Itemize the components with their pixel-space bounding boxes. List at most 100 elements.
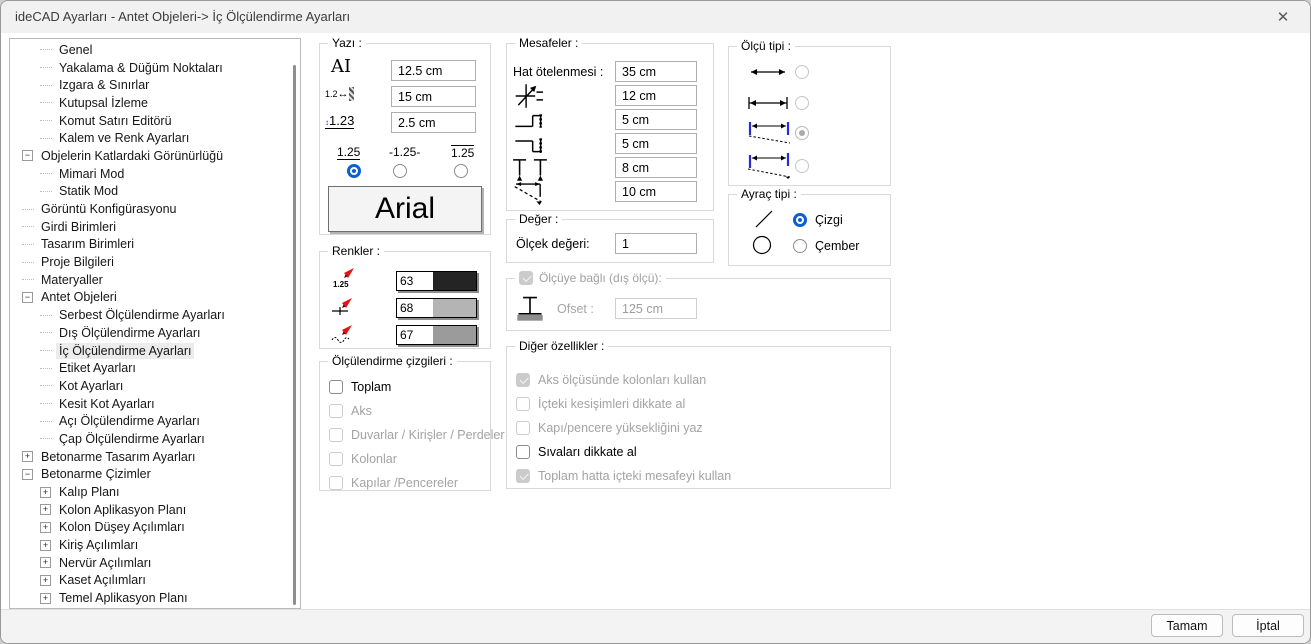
overline-style-radio[interactable] <box>454 164 468 178</box>
tree-item-girdi[interactable]: Girdi Birimleri <box>10 218 300 236</box>
tree-item-kesit-kot[interactable]: Kesit Kot Ayarları <box>10 395 300 413</box>
font-select-button[interactable]: Arial <box>328 186 482 232</box>
tree-item-betonarme-tasarim[interactable]: +Betonarme Tasarım Ayarları <box>10 448 300 466</box>
cember-radio-row[interactable]: Çember <box>793 239 859 253</box>
tree-item-ic-olcu[interactable]: İç Ölçülendirme Ayarları <box>10 342 300 360</box>
tree-item-yakalama[interactable]: Yakalama & Düğüm Noktaları <box>10 59 300 77</box>
tree-item-betonarme-cizimler[interactable]: −Betonarme Çizimler <box>10 466 300 484</box>
checkbox[interactable] <box>516 445 530 459</box>
cizgi-radio-row[interactable]: Çizgi <box>793 213 843 227</box>
scale-value-label: Ölçek değeri: <box>516 237 590 251</box>
text-height-input[interactable] <box>391 60 476 81</box>
dimension-line-color-control[interactable]: 68 <box>396 298 477 318</box>
tree-item-antet[interactable]: −Antet Objeleri <box>10 289 300 307</box>
text-gap-icon: ↕1.23 <box>325 113 354 129</box>
tree-item-objelerin[interactable]: −Objelerin Katlardaki Görünürlüğü <box>10 147 300 165</box>
dimension-text-color-icon: 1.25 <box>333 267 357 289</box>
bound-to-dimension-checkbox <box>519 271 533 285</box>
tree-item-proje[interactable]: Proje Bilgileri <box>10 253 300 271</box>
expand-icon[interactable]: + <box>40 487 51 498</box>
radio[interactable] <box>793 239 807 253</box>
wall-offset-down-input[interactable] <box>615 133 697 154</box>
close-icon[interactable]: ✕ <box>1272 7 1294 27</box>
tree-item-aci[interactable]: Açı Ölçülendirme Ayarları <box>10 412 300 430</box>
tree-item-izgara[interactable]: Izgara & Sınırlar <box>10 76 300 94</box>
tree-item-komut[interactable]: Komut Satırı Editörü <box>10 112 300 130</box>
duvarlar-checkbox-row: Duvarlar / Kirişler / Perdeler <box>329 428 505 442</box>
tree-item-kiris[interactable]: +Kiriş Açılımları <box>10 536 300 554</box>
dimension-line-color-icon <box>331 293 357 317</box>
tree-item-temel[interactable]: +Temel Aplikasyon Planı <box>10 589 300 607</box>
dim-type-ticks-icon <box>745 94 791 112</box>
axis-distance-input[interactable] <box>615 85 697 106</box>
expand-icon[interactable]: + <box>22 451 33 462</box>
group-title: Renkler : <box>328 244 384 258</box>
hatch-color-control[interactable]: 67 <box>396 325 477 345</box>
collapse-icon[interactable]: − <box>22 150 33 161</box>
walls-span-input[interactable] <box>615 157 697 178</box>
tree-item-goruntu[interactable]: Görüntü Konfigürasyonu <box>10 200 300 218</box>
overline-style-label: 1.25 <box>451 145 474 160</box>
expand-icon[interactable]: + <box>40 575 51 586</box>
dimension-text-color-control[interactable]: 63 <box>396 271 477 291</box>
checkbox <box>516 421 530 435</box>
tree-scrollbar[interactable] <box>293 65 296 605</box>
collapse-icon[interactable]: − <box>22 292 33 303</box>
tree-item-tasarim[interactable]: Tasarım Birimleri <box>10 236 300 254</box>
tree-item-kot[interactable]: Kot Ayarları <box>10 377 300 395</box>
checkbox <box>516 373 530 387</box>
slash-separator-icon <box>753 209 775 229</box>
tree-item-kolon-dusey[interactable]: +Kolon Düşey Açılımları <box>10 519 300 537</box>
tree-item-mimari[interactable]: Mimari Mod <box>10 165 300 183</box>
dim-type-witness2-icon <box>745 151 793 179</box>
tree-item-serbest[interactable]: Serbest Ölçülendirme Ayarları <box>10 306 300 324</box>
tree-item-kutupsal[interactable]: Kutupsal İzleme <box>10 94 300 112</box>
chain-dimension-input[interactable] <box>615 181 697 202</box>
tree-item-cap[interactable]: Çap Ölçülendirme Ayarları <box>10 430 300 448</box>
tree-item-kaset[interactable]: +Kaset Açılımları <box>10 572 300 590</box>
tree-item-kolon-aplikasyon[interactable]: +Kolon Aplikasyon Planı <box>10 501 300 519</box>
tree-item-etiket[interactable]: Etiket Ayarları <box>10 359 300 377</box>
tree-item-statik[interactable]: Statik Mod <box>10 183 300 201</box>
offset-input <box>615 298 697 319</box>
text-offset-icon: 1.2↔ <box>325 87 354 101</box>
tree-item-kalem[interactable]: Kalem ve Renk Ayarları <box>10 129 300 147</box>
expand-icon[interactable]: + <box>40 540 51 551</box>
dim-type-arrow-icon <box>745 63 791 81</box>
tree-item-dis-olcu[interactable]: Dış Ölçülendirme Ayarları <box>10 324 300 342</box>
group-title: Mesafeler : <box>515 36 582 50</box>
settings-dialog: ideCAD Ayarları - Antet Objeleri-> İç Öl… <box>0 0 1311 644</box>
expand-icon[interactable]: + <box>40 557 51 568</box>
text-height-icon: AI <box>331 56 351 77</box>
line-offset-input[interactable] <box>615 61 697 82</box>
underline-style-radio[interactable] <box>347 164 361 178</box>
window-title: ideCAD Ayarları - Antet Objeleri-> İç Öl… <box>15 9 350 24</box>
text-offset-input[interactable] <box>391 86 476 107</box>
checkbox[interactable] <box>329 380 343 394</box>
radio[interactable] <box>793 213 807 227</box>
kolonlar-checkbox-row: Kolonlar <box>329 452 397 466</box>
tree-item-genel[interactable]: Genel <box>10 41 300 59</box>
tree-item-nervur[interactable]: +Nervür Açılımları <box>10 554 300 572</box>
collapse-icon[interactable]: − <box>22 469 33 480</box>
scale-value-input[interactable] <box>615 233 697 254</box>
tree-item-kalip[interactable]: +Kalıp Planı <box>10 483 300 501</box>
title-bar: ideCAD Ayarları - Antet Objeleri-> İç Öl… <box>1 1 1310 33</box>
strike-style-radio[interactable] <box>393 164 407 178</box>
ok-button[interactable]: Tamam <box>1151 614 1223 637</box>
expand-icon[interactable]: + <box>40 522 51 533</box>
expand-icon[interactable]: + <box>40 593 51 604</box>
sivalar-checkbox-row[interactable]: Sıvaları dikkate al <box>516 445 637 459</box>
wall-offset-up-input[interactable] <box>615 109 697 130</box>
toplam-checkbox-row[interactable]: Toplam <box>329 380 391 394</box>
text-gap-input[interactable] <box>391 112 476 133</box>
cancel-button[interactable]: İptal <box>1232 614 1304 637</box>
dim-type-witness-icon <box>745 120 793 146</box>
dim-type-arrow-radio <box>795 65 809 79</box>
selected-tree-item: İç Ölçülendirme Ayarları <box>56 343 194 359</box>
kesisim-checkbox-row: İçteki kesişimleri dikkate al <box>516 397 685 411</box>
offset-beam-icon <box>515 294 545 322</box>
tree-item-materyaller[interactable]: Materyaller <box>10 271 300 289</box>
checkbox <box>516 397 530 411</box>
expand-icon[interactable]: + <box>40 504 51 515</box>
